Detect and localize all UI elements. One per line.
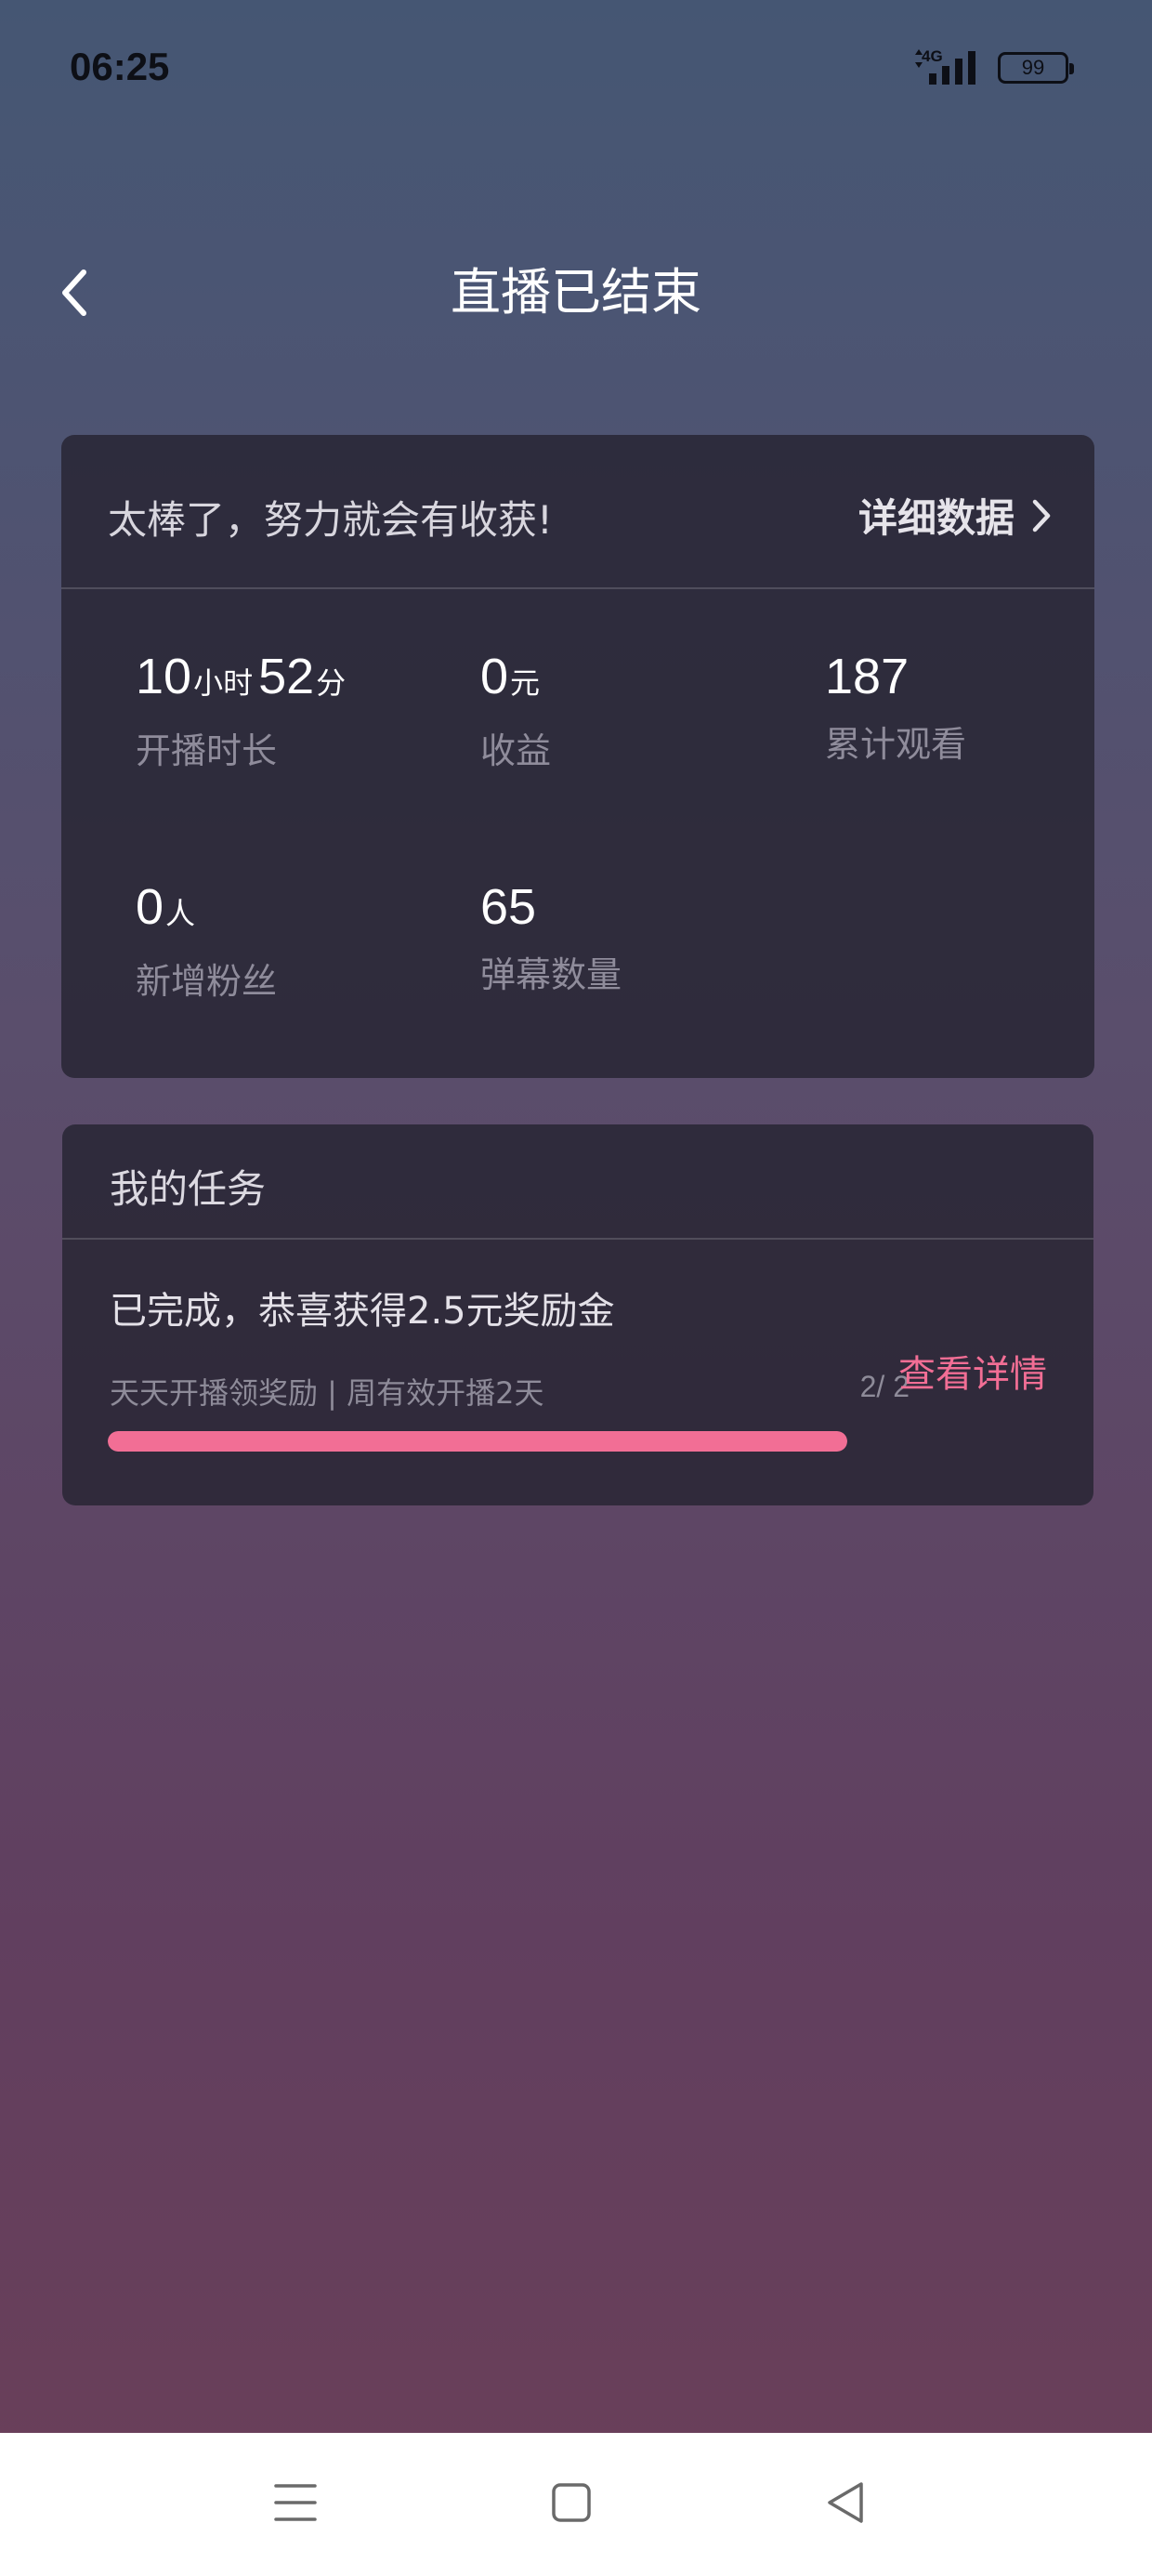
detail-data-link[interactable]: 详细数据 (858, 487, 1052, 544)
battery-level: 99 (1021, 56, 1045, 79)
stat-duration-label: 开播时长 (136, 730, 278, 771)
page-title: 直播已结束 (451, 263, 701, 322)
summary-message: 太棒了，努力就会有收获! (108, 497, 553, 543)
stat-income-value: 0元 (480, 649, 541, 704)
detail-data-label: 详细数据 (857, 495, 1015, 541)
back-triangle-icon (828, 2482, 863, 2523)
stat-danmaku-count-label: 弹幕数量 (480, 954, 622, 995)
stat-total-views: 187 累计观看 (825, 647, 1152, 766)
header: 直播已结束 (0, 232, 1152, 353)
network-type: 4G (922, 47, 943, 65)
summary-header: 太棒了，努力就会有收获! 详细数据 (61, 435, 1094, 589)
my-tasks-card: 我的任务 已完成，恭喜获得2.5元奖励金 天天开播领奖励 | 周有效开播2天 2… (62, 1124, 1093, 1505)
task-progress-bar (108, 1431, 847, 1452)
status-icons: 4G 99 (914, 46, 1074, 89)
task-status: 已完成，恭喜获得2.5元奖励金 (110, 1290, 615, 1333)
system-nav-bar (0, 2433, 1152, 2576)
status-bar: 06:25 4G 99 (0, 0, 1152, 139)
live-summary-card: 太棒了，努力就会有收获! 详细数据 10小时 52分 开播时长 0元 收益 187… (61, 435, 1094, 1078)
live-ended-screen: 06:25 4G 99 直播已结束 太棒了，努力就会有收获! 详细数据 10小时… (0, 0, 1152, 2576)
stat-new-fans-value: 0人 (136, 879, 196, 935)
stat-income-label: 收益 (480, 730, 552, 771)
stat-new-fans: 0人 新增粉丝 (136, 877, 470, 1003)
task-description: 天天开播领奖励 | 周有效开播2天 (110, 1375, 544, 1411)
stat-income: 0元 收益 (480, 647, 815, 772)
stat-duration-value: 10小时 52分 (136, 649, 347, 704)
stat-duration: 10小时 52分 开播时长 (136, 647, 470, 772)
home-button[interactable] (534, 2465, 609, 2540)
battery-icon: 99 (998, 52, 1074, 84)
task-progress-fill (108, 1431, 847, 1452)
home-square-icon (552, 2483, 591, 2522)
stat-danmaku-count: 65 弹幕数量 (480, 877, 815, 996)
tasks-title: 我的任务 (110, 1166, 267, 1212)
status-time: 06:25 (70, 45, 170, 88)
view-task-detail-button[interactable]: 查看详情 (898, 1344, 1047, 1398)
data-arrows-icon (915, 49, 923, 68)
stat-new-fans-label: 新增粉丝 (136, 961, 278, 1002)
signal-icon: 4G (914, 47, 981, 88)
chevron-right-icon (1032, 499, 1051, 532)
stat-total-views-value: 187 (825, 649, 910, 704)
menu-icon (274, 2484, 317, 2521)
stat-danmaku-count-value: 65 (480, 879, 537, 935)
tasks-header: 我的任务 (62, 1124, 1093, 1240)
nav-back-button[interactable] (808, 2465, 883, 2540)
stat-total-views-label: 累计观看 (825, 724, 967, 765)
menu-button[interactable] (258, 2465, 333, 2540)
task-progress-count: 2/ 2 (859, 1370, 910, 1403)
